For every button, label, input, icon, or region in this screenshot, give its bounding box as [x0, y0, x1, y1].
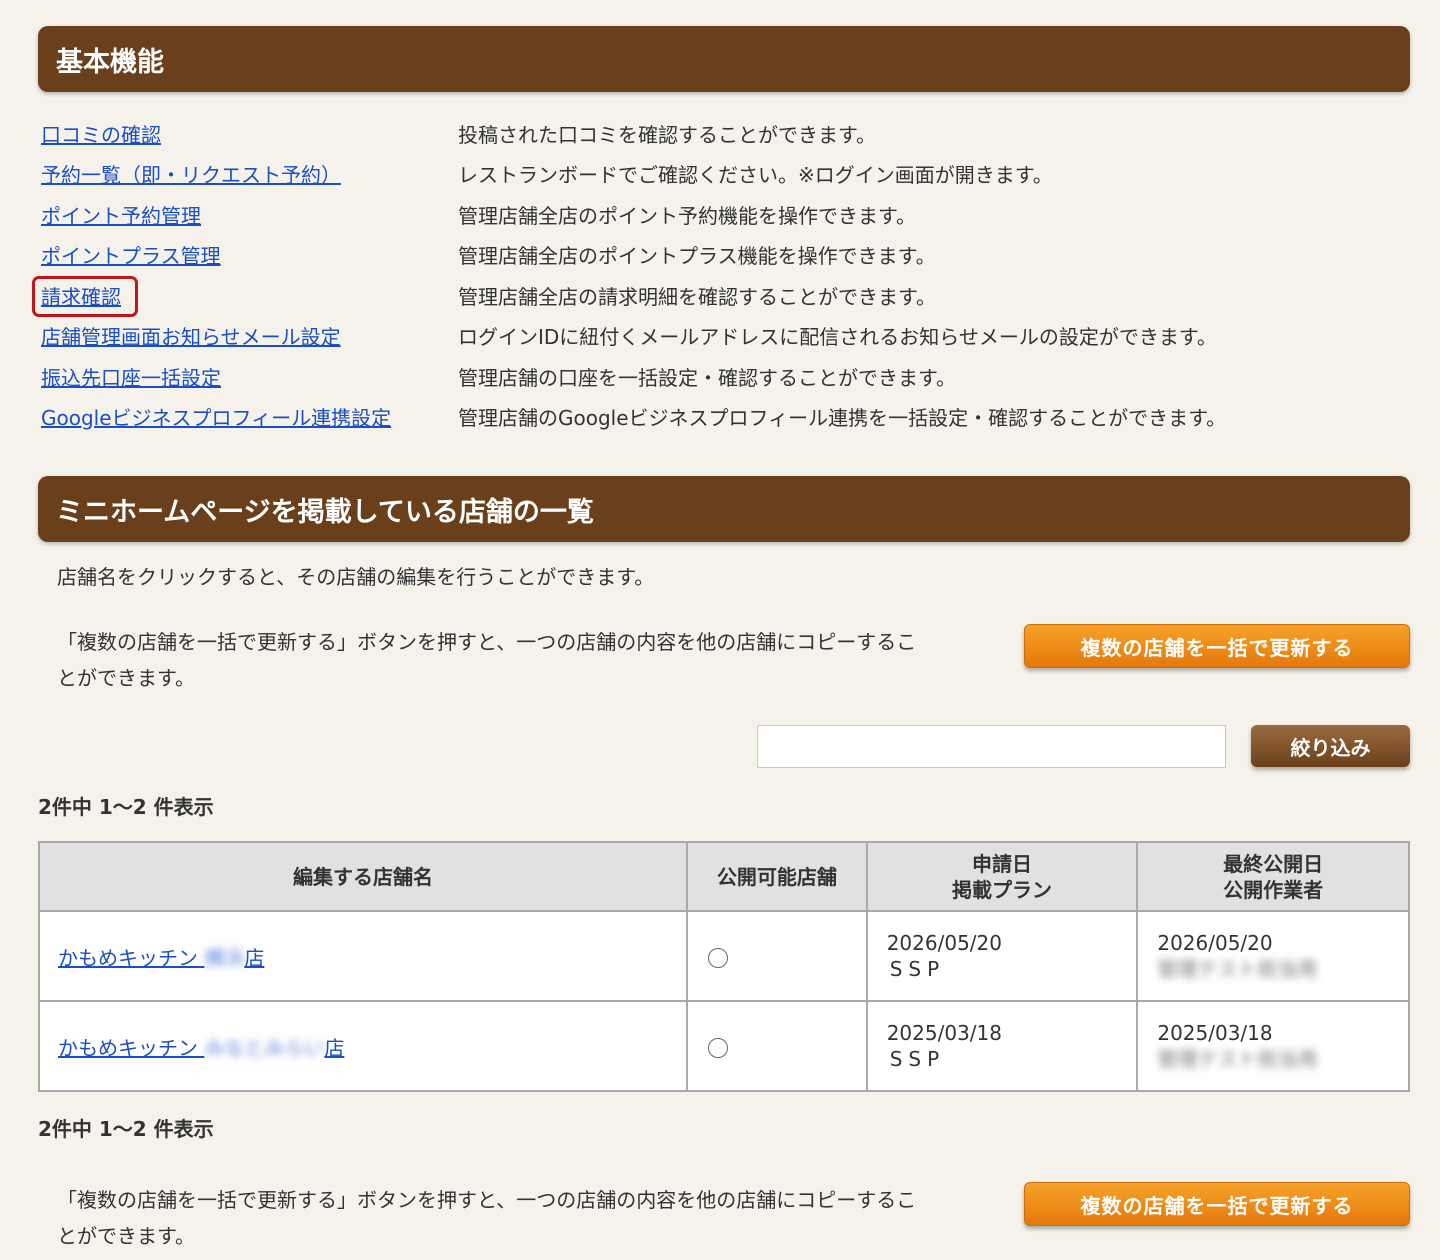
bank-account-description: 管理店舗の口座を一括設定・確認することができます。 [458, 365, 956, 390]
bulk-update-note-top: 「複数の店舗を一括で更新する」ボタンを押すと、一つの店舗の内容を他の店舗にコピー… [57, 624, 916, 696]
header-store-name: 編集する店舗名 [37, 841, 689, 912]
table-row: かもめキッチン みなとみらい店 2025/03/18 SSP 2025/03/1… [37, 1000, 1410, 1092]
reviews-description: 投稿された口コミを確認することができます。 [458, 122, 876, 147]
publishable-radio[interactable] [708, 947, 729, 968]
last-published-cell: 2025/03/18 管理テスト担当用 [1136, 1000, 1410, 1092]
apply-plan-cell: 2025/03/18 SSP [865, 1000, 1139, 1092]
apply-plan-cell: 2026/05/20 SSP [865, 910, 1139, 1002]
filter-button[interactable]: 絞り込み [1251, 725, 1410, 767]
store-name-suffix: 店 [244, 945, 265, 970]
bulk-update-note-line1: 「複数の店舗を一括で更新する」ボタンを押すと、一つの店舗の内容を他の店舗にコピー… [57, 1188, 917, 1212]
apply-date: 2025/03/18 [886, 1021, 1002, 1045]
reviews-link[interactable]: 口コミの確認 [41, 119, 161, 148]
header-operator: 公開作業者 [1223, 877, 1324, 902]
last-published-cell: 2026/05/20 管理テスト担当用 [1136, 910, 1410, 1002]
mini-homepage-title: ミニホームページを掲載している店舗の一覧 [56, 496, 594, 528]
operator-blurred: 管理テスト担当用 [1157, 957, 1318, 981]
publishable-cell [686, 1000, 868, 1092]
table-header-row: 編集する店舗名 公開可能店舗 申請日 掲載プラン 最終公開日 公開作業者 [37, 841, 1410, 912]
last-published-date: 2025/03/18 [1157, 1021, 1273, 1045]
google-business-description: 管理店舗のGoogleビジネスプロフィール連携を一括設定・確認することができます… [458, 405, 1227, 430]
reservations-link[interactable]: 予約一覧（即・リクエスト予約） [41, 159, 341, 188]
store-search-input[interactable] [757, 725, 1226, 768]
bulk-update-note-line2: とができます。 [57, 666, 195, 690]
basic-features-header: 基本機能 [38, 26, 1410, 92]
bulk-update-note-line2: とができます。 [57, 1224, 195, 1248]
bulk-update-button-top[interactable]: 複数の店舗を一括で更新する [1024, 624, 1410, 668]
bulk-update-note-line1: 「複数の店舗を一括で更新する」ボタンを押すと、一つの店舗の内容を他の店舗にコピー… [57, 630, 917, 654]
header-apply-plan: 申請日 掲載プラン [865, 841, 1139, 912]
bank-account-link[interactable]: 振込先口座一括設定 [41, 362, 221, 391]
point-plus-description: 管理店舗全店のポイントプラス機能を操作できます。 [458, 243, 936, 268]
header-plan: 掲載プラン [952, 877, 1053, 902]
store-name-suffix: 店 [324, 1035, 345, 1060]
plan: SSP [889, 957, 946, 981]
notification-mail-description: ログインIDに紐付くメールアドレスに配信されるお知らせメールの設定ができます。 [458, 324, 1217, 349]
point-reservation-description: 管理店舗全店のポイント予約機能を操作できます。 [458, 203, 916, 228]
result-count-bottom: 2件中 1〜2 件表示 [38, 1117, 214, 1141]
header-last-published: 最終公開日 [1223, 851, 1324, 876]
point-reservation-link[interactable]: ポイント予約管理 [41, 200, 201, 229]
store-edit-intro: 店舗名をクリックすると、その店舗の編集を行うことができます。 [57, 565, 655, 589]
store-name-link[interactable]: かもめキッチン 横浜店 [58, 946, 264, 970]
header-publishable: 公開可能店舗 [686, 841, 868, 912]
billing-description: 管理店舗全店の請求明細を確認することができます。 [458, 284, 936, 309]
table-row: かもめキッチン 横浜店 2026/05/20 SSP 2026/05/20 管理… [37, 910, 1410, 1002]
bulk-update-button-bottom[interactable]: 複数の店舗を一括で更新する [1024, 1182, 1410, 1226]
publishable-cell [686, 910, 868, 1002]
header-apply-date: 申請日 [972, 851, 1033, 876]
operator-blurred: 管理テスト担当用 [1157, 1047, 1318, 1071]
header-last-published-operator: 最終公開日 公開作業者 [1136, 841, 1410, 912]
store-name-prefix: かもめキッチン [58, 945, 205, 970]
billing-link-highlight [32, 276, 138, 317]
basic-features-title: 基本機能 [56, 46, 164, 78]
store-name-cell: かもめキッチン 横浜店 [37, 910, 689, 1002]
notification-mail-link[interactable]: 店舗管理画面お知らせメール設定 [41, 321, 341, 350]
bulk-update-note-bottom: 「複数の店舗を一括で更新する」ボタンを押すと、一つの店舗の内容を他の店舗にコピー… [57, 1182, 916, 1254]
last-published-date: 2026/05/20 [1157, 931, 1273, 955]
result-count-top: 2件中 1〜2 件表示 [38, 795, 214, 819]
mini-homepage-header: ミニホームページを掲載している店舗の一覧 [38, 476, 1410, 542]
google-business-link[interactable]: Googleビジネスプロフィール連携設定 [41, 402, 391, 431]
store-name-prefix: かもめキッチン [58, 1035, 205, 1060]
plan: SSP [889, 1047, 946, 1071]
reservations-description: レストランボードでご確認ください。※ログイン画面が開きます。 [458, 162, 1053, 187]
store-name-link[interactable]: かもめキッチン みなとみらい店 [58, 1036, 344, 1060]
store-name-blurred: 横浜 [204, 945, 245, 970]
store-name-cell: かもめキッチン みなとみらい店 [37, 1000, 689, 1092]
apply-date: 2026/05/20 [886, 931, 1002, 955]
point-plus-link[interactable]: ポイントプラス管理 [41, 240, 221, 269]
store-name-blurred: みなとみらい [204, 1035, 325, 1060]
publishable-radio[interactable] [708, 1037, 729, 1058]
stores-table: 編集する店舗名 公開可能店舗 申請日 掲載プラン 最終公開日 公開作業者 かもめ… [37, 841, 1410, 1092]
